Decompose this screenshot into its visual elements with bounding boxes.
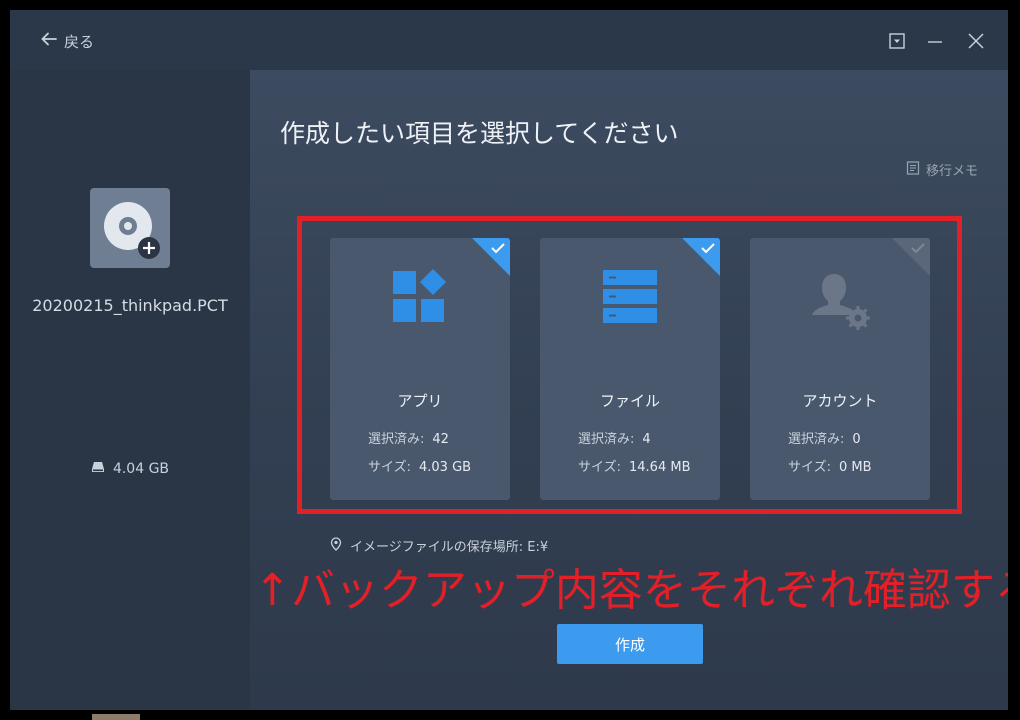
menu-dropdown-button[interactable]: [886, 30, 908, 52]
card-apps[interactable]: アプリ 選択済み: 42 サイズ: 4.03 GB: [330, 238, 510, 500]
title-bar: 戻る: [10, 10, 1008, 70]
card-files[interactable]: ファイル 選択済み: 4 サイズ: 14.64 MB: [540, 238, 720, 500]
backup-file-name: 20200215_thinkpad.PCT: [32, 296, 228, 315]
location-pin-icon: [330, 536, 342, 555]
selected-size: サイズ: 4.03 GB: [368, 460, 472, 475]
location-text: イメージファイルの保存場所: E:¥: [350, 540, 549, 555]
back-label: 戻る: [64, 32, 95, 51]
account-settings-icon: [812, 274, 870, 330]
sidebar: 20200215_thinkpad.PCT 4.04 GB: [10, 70, 250, 710]
selected-count: 選択済み: 0: [788, 432, 861, 447]
apps-icon: [393, 269, 446, 322]
migration-memo-link[interactable]: 移行メモ: [906, 160, 978, 179]
backup-size: 4.04 GB: [10, 460, 250, 478]
backup-image-icon: [90, 188, 170, 268]
backup-size-value: 4.04 GB: [112, 461, 170, 477]
taskbar-thumbnail: [92, 714, 140, 720]
card-title: ファイル: [599, 392, 660, 410]
page-title: 作成したい項目を選択してください: [280, 119, 679, 148]
files-icon: [603, 270, 657, 323]
app-window: 戻る 20200215_thinkpad.PCT 4.04 GB 作成したい項目…: [10, 10, 1008, 710]
note-icon: [906, 160, 920, 179]
selected-count: 選択済み: 42: [368, 432, 449, 447]
main-panel: 作成したい項目を選択してください 移行メモ アプリ 選択済み: 42 サイズ: …: [250, 70, 1008, 710]
image-save-location: イメージファイルの保存場所: E:¥: [330, 536, 548, 555]
selected-count: 選択済み: 4: [578, 432, 651, 447]
card-accounts[interactable]: アカウント 選択済み: 0 サイズ: 0 MB: [750, 238, 930, 500]
card-title: アカウント: [802, 392, 878, 410]
card-title: アプリ: [397, 392, 443, 410]
close-button[interactable]: [965, 30, 987, 52]
annotation-text: ↑バックアップ内容をそれぞれ確認する: [254, 565, 1008, 616]
selected-size: サイズ: 0 MB: [788, 460, 872, 475]
selected-size: サイズ: 14.64 MB: [578, 460, 691, 475]
memo-label: 移行メモ: [925, 164, 978, 179]
create-button[interactable]: 作成: [557, 624, 703, 664]
arrow-left-icon: [40, 30, 58, 52]
back-button[interactable]: 戻る: [40, 30, 94, 52]
minimize-button[interactable]: [924, 30, 946, 52]
drive-icon: [91, 460, 105, 478]
item-cards: アプリ 選択済み: 42 サイズ: 4.03 GB ファイル 選択済み: 4 サ…: [330, 238, 930, 500]
